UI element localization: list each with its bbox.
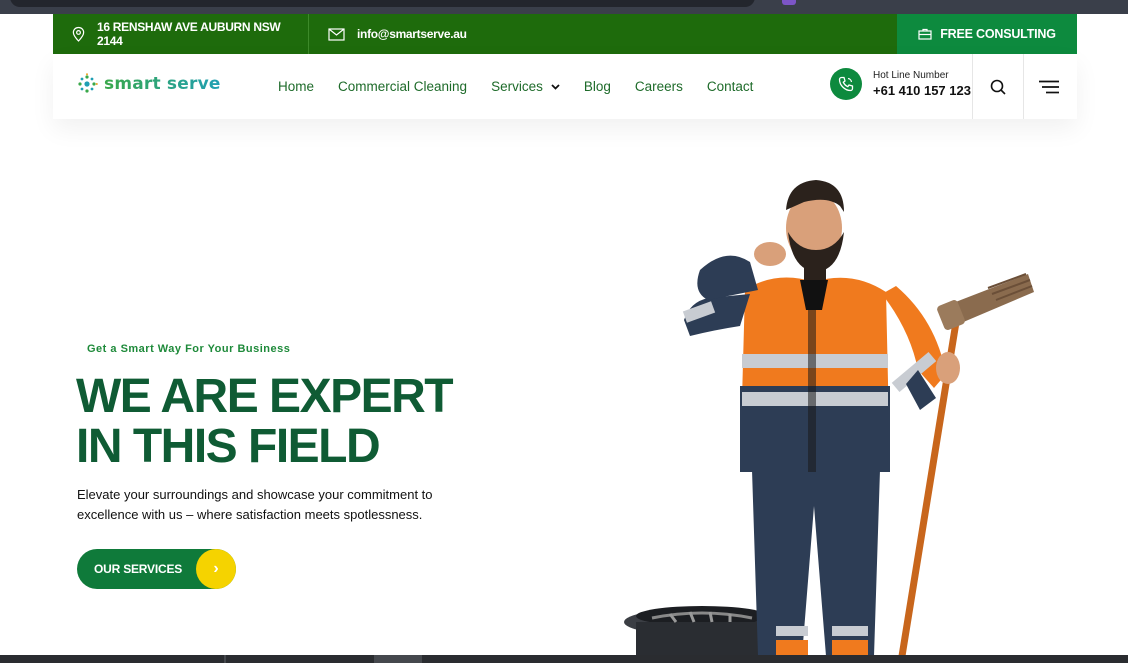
browser-address-bar[interactable] [10,0,755,7]
hero-worker-image [624,180,1034,656]
chevron-down-icon [551,83,560,90]
hotline-number[interactable]: +61 410 157 123 [873,83,971,98]
logo-text: smart serve [104,74,221,94]
main-menu: Home Commercial Cleaning Services Blog C… [278,54,777,119]
address-text: 16 RENSHAW AVE AUBURN NSW 2144 [97,20,281,48]
phone-icon [838,76,854,92]
chevron-right-icon: › [196,549,236,589]
email-item[interactable]: info@smartserve.au [309,14,481,54]
location-pin-icon [72,26,85,42]
main-navbar: smart serve Home Commercial Cleaning Ser… [53,54,1077,119]
nav-contact[interactable]: Contact [707,79,754,94]
nav-services-label: Services [491,79,543,94]
logo-mark-icon [78,73,98,93]
address-item: 16 RENSHAW AVE AUBURN NSW 2144 [53,14,309,54]
free-consulting-label: FREE CONSULTING [940,27,1056,41]
bottom-bar-segment [374,655,422,663]
hotline[interactable]: Hot Line Number +61 410 157 123 [830,68,971,100]
hero-tagline: Get a Smart Way For Your Business [87,343,291,355]
our-services-button[interactable]: OUR SERVICES › [77,549,236,589]
nav-home[interactable]: Home [278,79,314,94]
nav-careers[interactable]: Careers [635,79,683,94]
site-logo[interactable]: smart serve [76,73,221,95]
nav-blog[interactable]: Blog [584,79,611,94]
top-info-bar: 16 RENSHAW AVE AUBURN NSW 2144 info@smar… [53,14,1077,54]
search-icon [990,79,1006,95]
extension-icon[interactable] [782,0,796,5]
hotline-label: Hot Line Number [873,70,949,81]
hamburger-icon [1039,80,1059,93]
browser-chrome [0,0,1128,14]
bottom-bar-segment [224,655,226,663]
hero-title-line-1: WE ARE EXPERT [76,370,454,423]
hero-title: WE ARE EXPERT IN THIS FIELD [76,370,454,473]
menu-button[interactable] [1023,54,1074,119]
email-text[interactable]: info@smartserve.au [357,27,467,41]
phone-icon-circle [830,68,862,100]
search-button[interactable] [972,54,1023,119]
mail-icon [328,27,345,41]
our-services-label: OUR SERVICES [94,562,183,576]
hero-description: Elevate your surroundings and showcase y… [77,487,433,522]
trash-bin-illustration [624,606,780,656]
nav-services[interactable]: Services [491,79,560,94]
free-consulting-button[interactable]: FREE CONSULTING [897,14,1077,54]
briefcase-icon [918,28,932,40]
nav-commercial-cleaning[interactable]: Commercial Cleaning [338,79,467,94]
bottom-dark-bar [0,655,1128,663]
hero-title-line-2: IN THIS FIELD [76,420,381,473]
